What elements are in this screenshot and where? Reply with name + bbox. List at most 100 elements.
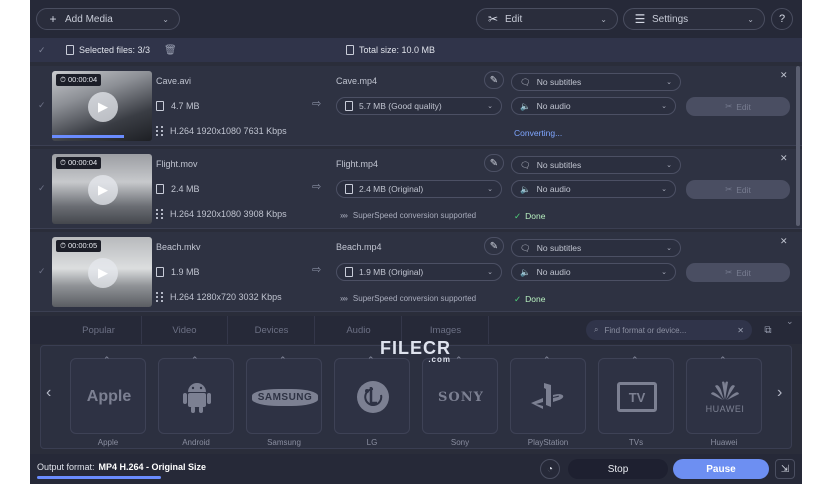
device-label: LG [366,438,378,447]
rename-pen-icon[interactable]: ✎ [484,71,504,89]
speech-bubble-icon: 🗨 [520,242,531,253]
output-filename: Cave.mp4 [336,76,378,86]
tools-icon: ✂ [725,267,733,277]
remove-file-icon[interactable]: ✕ [780,153,788,164]
stop-button[interactable]: Stop [568,459,668,479]
output-size-select[interactable]: 1.9 MB (Original) ⌄ [336,263,502,281]
check-icon: ✓ [514,294,522,304]
output-size-select[interactable]: 5.7 MB (Good quality) ⌄ [336,97,502,115]
tools-icon: ✂ [487,12,499,26]
speaker-icon: 🔈 [520,266,531,277]
audio-select[interactable]: 🔈 No audio ⌄ [511,97,676,115]
video-thumbnail[interactable]: ⏱ 00:00:04 ▶ [52,71,152,141]
convert-arrow-icon: ⇨ [312,264,322,276]
duration-badge: ⏱ 00:00:04 [56,74,102,86]
total-size-info: Total size: 10.0 MB [346,45,435,55]
collapse-chevron-icon[interactable]: ⌄ [786,316,794,327]
subtitles-select[interactable]: 🗨 No subtitles ⌄ [511,156,681,174]
device-tvs[interactable]: ⌃ TV [598,355,674,434]
video-thumbnail[interactable]: ⏱ 00:00:04 ▶ [52,154,152,224]
output-format-label: Output format: [37,462,95,472]
output-format-value: MP4 H.264 - Original Size [98,462,207,472]
chevron-left-icon[interactable]: ‹ [46,384,51,402]
pause-button[interactable]: Pause [673,459,769,479]
tools-icon: ✂ [725,101,733,111]
settings-button[interactable]: ☰ Settings ⌄ [623,8,765,30]
source-size: 2.4 MB [156,184,200,194]
film-icon [156,292,163,302]
video-thumbnail[interactable]: ⏱ 00:00:05 ▶ [52,237,152,307]
play-icon[interactable]: ▶ [88,258,118,288]
device-huawei[interactable]: ⌃ HUAWEI [686,355,762,434]
remove-file-icon[interactable]: ✕ [780,70,788,81]
rename-pen-icon[interactable]: ✎ [484,237,504,255]
device-lg[interactable]: ⌃ [334,355,410,434]
rename-pen-icon[interactable]: ✎ [484,154,504,172]
plus-icon: + [49,12,57,26]
device-label: TVs [628,438,644,447]
chevron-down-icon: ⌄ [666,245,672,252]
device-apple[interactable]: ⌃ Apple [70,355,146,434]
add-media-label: Add Media [65,13,113,25]
tab-popular[interactable]: Popular [56,316,142,344]
speaker-icon: 🔈 [520,100,531,111]
edit-file-button[interactable]: ✂ Edit [686,263,790,282]
device-label: Samsung [267,438,301,447]
format-search-input[interactable]: ⌕ Find format or device... ✕ [586,320,752,340]
remove-file-icon[interactable]: ✕ [780,236,788,247]
row-checkbox[interactable]: ✓ [38,183,46,194]
device-sony[interactable]: ⌃ SONY [422,355,498,434]
file-row: ✓ ⏱ 00:00:04 ▶ Flight.mov 2.4 MB H.264 1… [30,149,802,229]
file-list-scrollbar[interactable] [796,66,800,226]
total-size-text: Total size: 10.0 MB [359,45,436,55]
selected-files-info: Selected files: 3/3 [66,45,150,55]
watermark: FILECR .com [380,338,451,364]
device-samsung[interactable]: ⌃ SAMSUNG [246,355,322,434]
subtitles-select[interactable]: 🗨 No subtitles ⌄ [511,239,681,257]
conversion-status: ✓ Done [514,211,546,221]
file-icon [156,267,164,277]
output-filename: Beach.mp4 [336,242,382,252]
play-icon[interactable]: ▶ [88,92,118,122]
output-filename: Flight.mp4 [336,159,379,169]
select-all-checkbox[interactable]: ✓ [38,45,46,56]
source-size: 1.9 MB [156,267,200,277]
tab-devices[interactable]: Devices [229,316,315,344]
duration-badge: ⏱ 00:00:04 [56,157,102,169]
speaker-icon: 🔈 [520,183,531,194]
bottom-bar: Output format: MP4 H.264 - Original Size … [30,454,802,484]
speech-bubble-icon: 🗨 [520,76,531,87]
row-checkbox[interactable]: ✓ [38,266,46,277]
help-button[interactable]: ? [771,8,793,30]
tools-icon: ✂ [725,184,733,194]
audio-select[interactable]: 🔈 No audio ⌄ [511,263,676,281]
chevron-down-icon: ⌄ [487,186,493,193]
custom-format-icon[interactable]: ⧉ [758,320,778,340]
tab-video[interactable]: Video [142,316,228,344]
chevron-down-icon: ⌄ [600,14,607,24]
edit-file-button[interactable]: ✂ Edit [686,180,790,199]
open-folder-icon[interactable]: ⇲ [775,459,795,479]
check-icon: ✓ [514,211,522,221]
settings-lines-icon: ☰ [634,12,646,26]
device-playstation[interactable]: ⌃ [510,355,586,434]
device-android[interactable]: ⌃ [158,355,234,434]
row-checkbox[interactable]: ✓ [38,100,46,111]
file-icon [345,101,353,111]
play-icon[interactable]: ▶ [88,175,118,205]
add-media-button[interactable]: + Add Media ⌄ [36,8,180,30]
subtitles-select[interactable]: 🗨 No subtitles ⌄ [511,73,681,91]
edit-menu-button[interactable]: ✂ Edit ⌄ [476,8,618,30]
clear-search-icon[interactable]: ✕ [737,326,744,335]
chevron-down-icon: ⌄ [661,186,667,193]
speed-gauge-icon[interactable]: ◔ [540,459,560,479]
output-format[interactable]: Output format: MP4 H.264 - Original Size [37,462,206,472]
chevron-right-icon[interactable]: › [777,384,782,402]
edit-file-button[interactable]: ✂ Edit [686,97,790,116]
file-row: ✓ ⏱ 00:00:05 ▶ Beach.mkv 1.9 MB H.264 12… [30,232,802,312]
audio-select[interactable]: 🔈 No audio ⌄ [511,180,676,198]
output-size-select[interactable]: 2.4 MB (Original) ⌄ [336,180,502,198]
trash-icon[interactable]: 🗑 [164,45,177,56]
file-row: ✓ ⏱ 00:00:04 ▶ Cave.avi 4.7 MB H.264 192… [30,66,802,146]
chevron-down-icon: ⌄ [666,79,672,86]
